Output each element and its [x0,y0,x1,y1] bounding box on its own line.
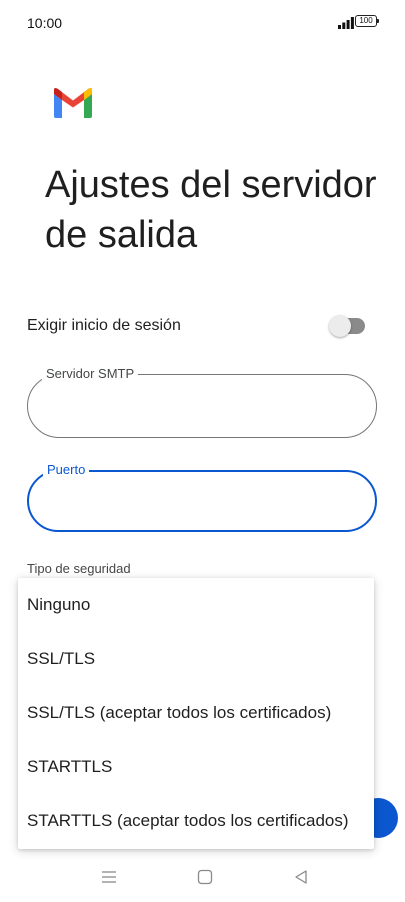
security-type-dropdown: Ninguno SSL/TLS SSL/TLS (aceptar todos l… [18,578,374,849]
option-ssl-tls[interactable]: SSL/TLS [18,632,374,686]
port-field[interactable]: Puerto [27,462,377,532]
status-time: 10:00 [27,15,63,31]
back-icon[interactable] [292,868,310,886]
menu-item-label: Ninguno [27,595,91,614]
battery-level: 100 [359,16,373,25]
navigation-bar [0,860,405,902]
gmail-logo [54,88,92,118]
smtp-server-field[interactable]: Servidor SMTP [27,366,377,438]
menu-icon[interactable] [100,868,118,886]
require-signin-row[interactable]: Exigir inicio de sesión [27,310,379,342]
smtp-server-label: Servidor SMTP [42,366,139,382]
toggle-knob [329,315,351,337]
option-starttls[interactable]: STARTTLS [18,740,374,794]
status-bar: 10:00 100 [0,0,405,48]
port-input[interactable] [47,490,351,516]
port-label: Puerto [43,462,90,478]
page-title: Ajustes del servidor de salida [45,164,377,256]
menu-item-label: SSL/TLS (aceptar todos los certificados) [27,703,332,722]
require-signin-toggle[interactable] [329,315,365,337]
menu-item-label: SSL/TLS [27,649,96,668]
smtp-server-input[interactable] [46,393,350,419]
home-icon[interactable] [196,868,214,886]
option-ssl-tls-accept-all[interactable]: SSL/TLS (aceptar todos los certificados) [18,686,374,740]
signal-icon [338,17,354,29]
menu-item-label: STARTTLS [27,757,113,776]
security-type-label: Tipo de seguridad [27,561,131,576]
option-starttls-accept-all[interactable]: STARTTLS (aceptar todos los certificados… [18,794,374,848]
menu-item-label: STARTTLS (aceptar todos los certificados… [27,811,349,830]
option-ninguno[interactable]: Ninguno [18,578,374,632]
battery-icon: 100 [355,15,379,27]
require-signin-label: Exigir inicio de sesión [27,317,181,334]
